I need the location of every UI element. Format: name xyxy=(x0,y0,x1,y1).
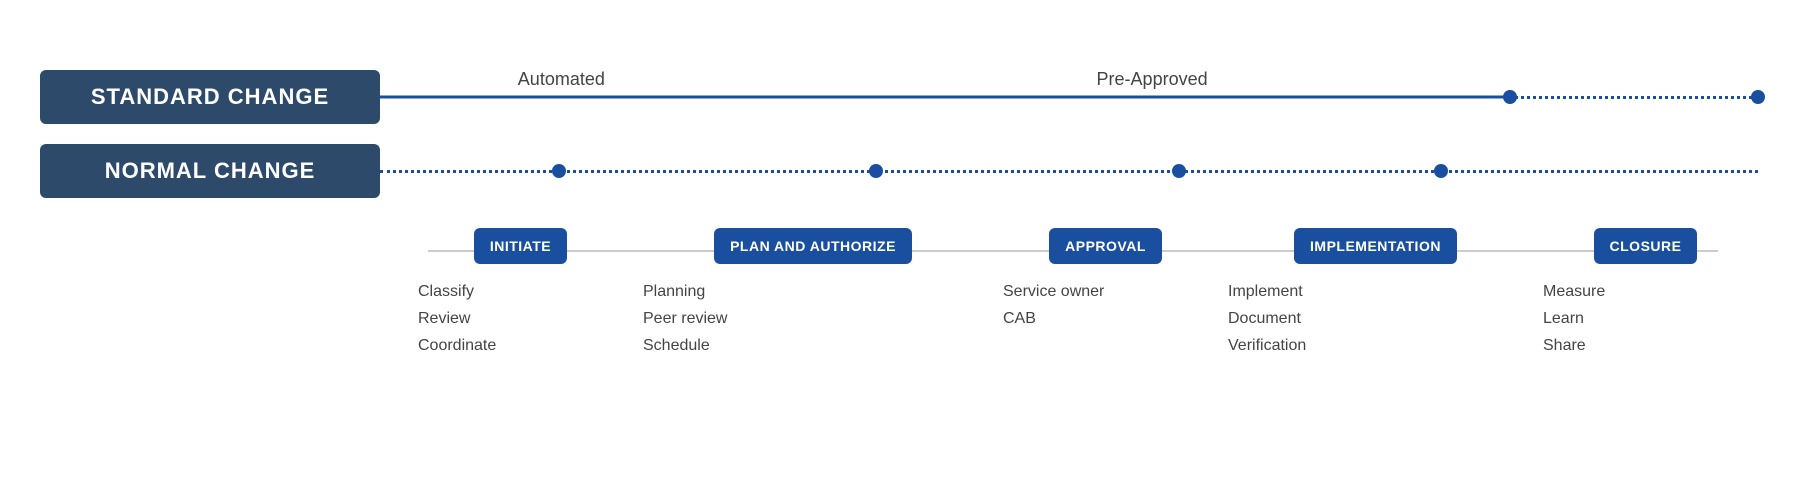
implementation-badge: IMPLEMENTATION xyxy=(1294,228,1457,264)
phases-row: INITIATE Classify Review Coordinate PLAN… xyxy=(408,228,1758,360)
normal-dot-4 xyxy=(1434,164,1448,178)
approval-detail-2: CAB xyxy=(1003,305,1218,332)
closure-details: Measure Learn Share xyxy=(1533,278,1758,360)
impl-detail-2: Document xyxy=(1228,305,1533,332)
preapproved-label: Pre-Approved xyxy=(1097,69,1208,90)
impl-detail-1: Implement xyxy=(1228,278,1533,305)
normal-dot-2 xyxy=(869,164,883,178)
standard-change-row: STANDARD CHANGE Automated Pre-Approved xyxy=(40,30,1758,124)
phases-section: INITIATE Classify Review Coordinate PLAN… xyxy=(40,228,1758,360)
phase-implementation: IMPLEMENTATION Implement Document Verifi… xyxy=(1218,228,1533,360)
plan-detail-2: Peer review xyxy=(643,305,993,332)
diagram-container: STANDARD CHANGE Automated Pre-Approved N… xyxy=(0,0,1798,500)
standard-change-line-area: Automated Pre-Approved xyxy=(380,72,1758,122)
normal-change-line-area xyxy=(380,146,1758,196)
plan-detail-1: Planning xyxy=(643,278,993,305)
automated-label: Automated xyxy=(518,69,605,90)
plan-authorize-details: Planning Peer review Schedule xyxy=(633,278,993,360)
initiate-detail-3: Coordinate xyxy=(418,332,633,359)
closure-detail-1: Measure xyxy=(1543,278,1758,305)
normal-dot-3 xyxy=(1172,164,1186,178)
plan-authorize-badge: PLAN AND AUTHORIZE xyxy=(714,228,912,264)
standard-end-dot xyxy=(1751,90,1765,104)
closure-detail-2: Learn xyxy=(1543,305,1758,332)
initiate-detail-2: Review xyxy=(418,305,633,332)
plan-detail-3: Schedule xyxy=(643,332,993,359)
implementation-details: Implement Document Verification xyxy=(1218,278,1533,360)
normal-dot-1 xyxy=(552,164,566,178)
approval-details: Service owner CAB xyxy=(993,278,1218,332)
normal-change-label: NORMAL CHANGE xyxy=(40,144,380,198)
initiate-detail-1: Classify xyxy=(418,278,633,305)
phase-plan-authorize: PLAN AND AUTHORIZE Planning Peer review … xyxy=(633,228,993,360)
closure-detail-3: Share xyxy=(1543,332,1758,359)
standard-dotted-line xyxy=(1510,96,1758,99)
phase-closure: CLOSURE Measure Learn Share xyxy=(1533,228,1758,360)
phase-approval: APPROVAL Service owner CAB xyxy=(993,228,1218,332)
normal-change-row: NORMAL CHANGE xyxy=(40,144,1758,198)
approval-badge: APPROVAL xyxy=(1049,228,1162,264)
normal-dotted-line xyxy=(380,170,1758,173)
phase-initiate: INITIATE Classify Review Coordinate xyxy=(408,228,633,360)
initiate-badge: INITIATE xyxy=(474,228,567,264)
approval-detail-1: Service owner xyxy=(1003,278,1218,305)
initiate-details: Classify Review Coordinate xyxy=(408,278,633,360)
impl-detail-3: Verification xyxy=(1228,332,1533,359)
standard-change-label: STANDARD CHANGE xyxy=(40,70,380,124)
closure-badge: CLOSURE xyxy=(1594,228,1698,264)
standard-solid-line xyxy=(380,96,1510,99)
standard-dot-marker xyxy=(1503,90,1517,104)
